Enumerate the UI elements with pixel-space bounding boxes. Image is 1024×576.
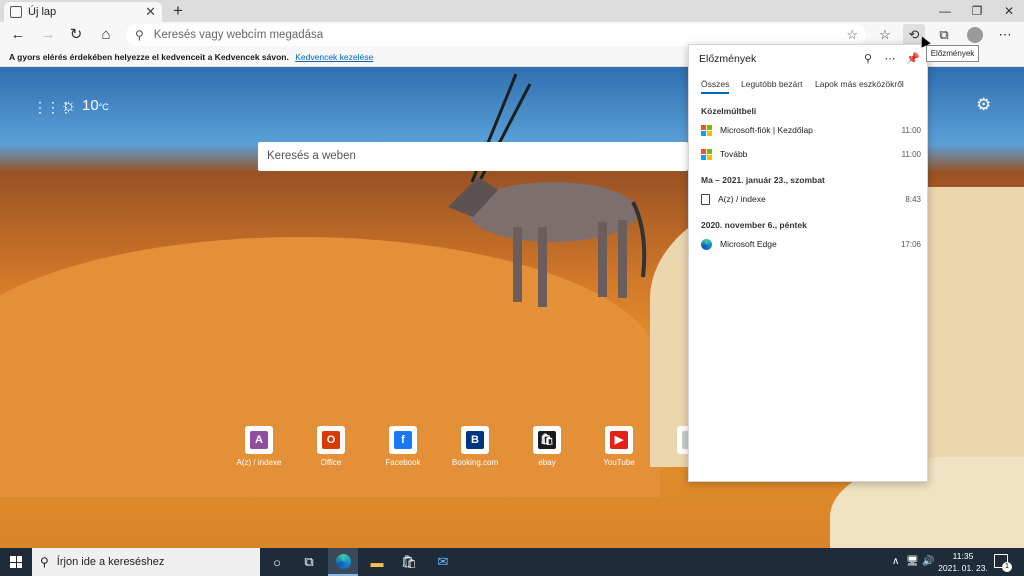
maximize-button[interactable]: ❐ [962, 0, 992, 22]
more-options-icon[interactable]: ⋯ [881, 50, 899, 68]
start-button[interactable] [0, 548, 32, 576]
quick-link-tile: ▶ [605, 426, 633, 454]
quick-link-icon: A [250, 431, 268, 449]
quick-link-tile: A [245, 426, 273, 454]
microsoft-icon [701, 148, 712, 160]
oryx-image [448, 73, 647, 307]
add-favorite-icon[interactable]: ☆ [846, 27, 858, 43]
history-item[interactable]: Microsoft Edge 17:06 [701, 236, 921, 252]
quick-link[interactable]: A A(z) / indexe [229, 426, 289, 467]
history-tooltip: Előzmények [926, 45, 979, 62]
quick-link-icon: 🛍 [538, 431, 556, 449]
history-item[interactable]: Microsoft-fiók | Kezdőlap 11:00 [701, 122, 921, 138]
home-icon[interactable]: ⌂ [96, 25, 116, 45]
history-panel-title: Előzmények [699, 53, 757, 65]
history-section-heading: Közelmúltbeli [701, 106, 757, 116]
volume-icon[interactable]: 🔊 [922, 548, 934, 576]
pin-icon[interactable]: 📌 [904, 50, 922, 68]
refresh-icon[interactable]: ↻ [66, 25, 86, 45]
address-placeholder: Keresés vagy webcím megadása [153, 29, 324, 41]
taskbar: ⚲ Írjon ide a kereséshez ○ ⧉ ▬ 🛍 ✉ ∧ 🖥 🔊… [0, 548, 1024, 576]
store-icon[interactable]: 🛍 [394, 548, 424, 576]
quick-link-label: Office [320, 458, 342, 467]
file-explorer-icon[interactable]: ▬ [362, 548, 392, 576]
clock-time: 11:35 [952, 551, 974, 561]
more-options-icon[interactable]: ⋯ [994, 24, 1016, 46]
quick-link-label: ebay [538, 458, 556, 467]
microsoft-icon [701, 124, 712, 136]
quick-link[interactable]: ▶ YouTube [589, 426, 649, 467]
quick-link-icon: O [322, 431, 340, 449]
tab-strip: Új lap ✕ + — ❐ ✕ [0, 0, 1024, 22]
quick-link-icon: B [466, 431, 484, 449]
mail-icon[interactable]: ✉ [428, 548, 458, 576]
tab-other-devices[interactable]: Lapok más eszközökről [815, 79, 904, 89]
forward-icon[interactable]: → [38, 25, 58, 45]
notification-count: 1 [1002, 562, 1012, 572]
close-window-button[interactable]: ✕ [994, 0, 1024, 22]
clock[interactable]: 11:35 2021. 01. 23. [934, 550, 992, 574]
back-icon[interactable]: ← [8, 25, 28, 45]
document-icon [701, 193, 710, 205]
new-tab-button[interactable]: + [168, 1, 188, 21]
quick-link-tile: O [317, 426, 345, 454]
clock-date: 2021. 01. 23. [938, 563, 988, 573]
task-view-icon[interactable]: ⧉ [294, 548, 324, 576]
history-item[interactable]: A(z) / indexe 8:43 [701, 191, 921, 207]
quick-link[interactable]: O Office [301, 426, 361, 467]
tab-all[interactable]: Összes [701, 79, 730, 94]
taskbar-search[interactable]: ⚲ Írjon ide a kereséshez [32, 548, 260, 576]
quick-link[interactable]: 🛍 ebay [517, 426, 577, 467]
web-search-input[interactable]: Keresés a weben [258, 142, 688, 171]
tab-title: Új lap [28, 6, 57, 18]
profile-avatar[interactable] [967, 27, 983, 43]
cortana-icon[interactable]: ○ [262, 548, 292, 576]
history-item[interactable]: Tovább 11:00 [701, 146, 921, 162]
favorites-icon[interactable]: ☆ [874, 24, 896, 46]
page-icon [10, 6, 22, 18]
quick-link-icon: ▶ [610, 431, 628, 449]
quick-link-tile: 🛍 [533, 426, 561, 454]
temperature[interactable]: 10°C [82, 97, 109, 114]
collections-icon[interactable]: ⧉ [933, 24, 955, 46]
settings-gear-icon[interactable]: ⚙ [976, 95, 991, 115]
search-icon: ⚲ [135, 28, 144, 42]
weather-sun-icon: ☼ [60, 95, 77, 115]
quick-link-label: A(z) / indexe [236, 458, 282, 467]
manage-favorites-link[interactable]: Kedvencek kezelése [295, 52, 373, 62]
address-bar[interactable]: ⚲ Keresés vagy webcím megadása ☆ [126, 24, 866, 46]
quick-link-icon: f [394, 431, 412, 449]
tab-recently-closed[interactable]: Legutóbb bezárt [741, 79, 802, 89]
quick-link-tile: f [389, 426, 417, 454]
quick-link-label: Facebook [385, 458, 421, 467]
windows-icon [10, 556, 22, 568]
history-section-heading: Ma – 2021. január 23., szombat [701, 175, 825, 185]
search-icon: ⚲ [40, 555, 49, 569]
history-section-heading: 2020. november 6., péntek [701, 220, 807, 230]
quick-link-tile: B [461, 426, 489, 454]
edge-taskbar-icon[interactable] [328, 548, 358, 576]
favorites-bar-text: A gyors elérés érdekében helyezze el ked… [9, 52, 289, 62]
search-icon[interactable]: ⚲ [859, 50, 877, 68]
show-hidden-icons[interactable]: ∧ [892, 548, 899, 576]
tab-new-tab[interactable]: Új lap ✕ [4, 2, 162, 22]
notification-icon[interactable]: 1 [994, 554, 1012, 572]
quick-link-label: Booking.com [451, 458, 499, 467]
minimize-button[interactable]: — [930, 0, 960, 22]
quick-link[interactable]: f Facebook [373, 426, 433, 467]
taskbar-search-placeholder: Írjon ide a kereséshez [56, 556, 165, 568]
close-tab-icon[interactable]: ✕ [145, 4, 156, 20]
quick-link[interactable]: B Booking.com [445, 426, 505, 467]
history-panel: Előzmények ⚲ ⋯ 📌 Összes Legutóbb bezárt … [688, 44, 928, 482]
network-icon[interactable]: 🖥 [906, 548, 919, 576]
quick-link-label: YouTube [603, 458, 635, 467]
edge-icon [701, 238, 712, 250]
